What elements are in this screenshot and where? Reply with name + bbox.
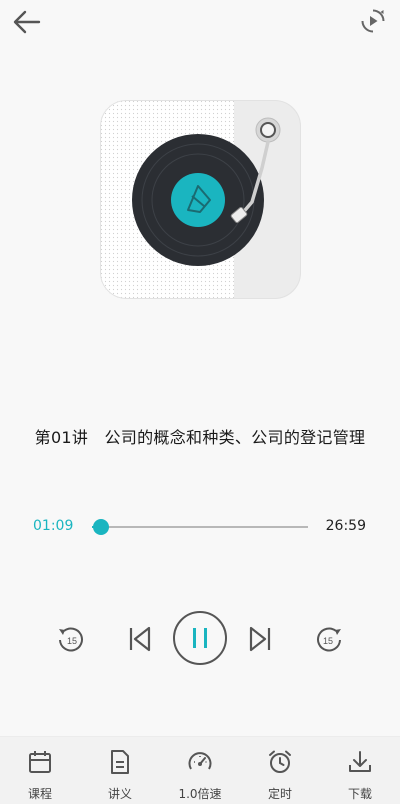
next-track-button[interactable]	[248, 626, 272, 652]
forward-seconds: 15	[323, 636, 333, 646]
progress-row: 01:09 26:59	[0, 510, 400, 544]
vinyl-record-player-icon	[100, 100, 301, 299]
back-button[interactable]	[12, 8, 42, 36]
calendar-icon	[29, 751, 51, 773]
repeat-circle-icon	[361, 9, 385, 33]
nav-speed[interactable]: 1.0倍速	[160, 737, 240, 804]
playback-controls: 15 15	[0, 606, 400, 670]
top-bar	[0, 0, 400, 44]
nav-handout-label: 讲义	[107, 787, 132, 801]
alarm-clock-icon	[269, 750, 291, 773]
nav-course[interactable]: 课程	[0, 737, 80, 804]
pause-icon	[173, 611, 227, 665]
loop-button[interactable]	[360, 8, 386, 34]
nav-timer-label: 定时	[267, 787, 292, 801]
rewind-15-button[interactable]: 15	[55, 623, 87, 655]
track-title: 第01讲 公司的概念和种类、公司的登记管理	[34, 428, 366, 447]
download-icon	[349, 751, 371, 772]
pause-button[interactable]	[172, 610, 228, 666]
arrow-left-icon	[13, 10, 41, 34]
rewind-seconds: 15	[67, 636, 77, 646]
speedometer-icon	[188, 752, 212, 770]
nav-speed-label: 1.0倍速	[178, 787, 222, 801]
nav-download-label: 下载	[347, 787, 372, 801]
nav-timer[interactable]: 定时	[240, 737, 320, 804]
progress-track[interactable]	[92, 526, 308, 528]
progress-thumb[interactable]	[93, 519, 110, 535]
skip-previous-icon	[129, 626, 151, 652]
previous-track-button[interactable]	[128, 626, 152, 652]
bottom-toolbar: 课程 讲义 1.0倍速 定时 下载	[0, 736, 400, 804]
skip-next-icon	[249, 626, 271, 652]
rewind-icon: 15	[59, 627, 83, 652]
nav-download[interactable]: 下载	[320, 737, 400, 804]
document-icon	[111, 750, 129, 774]
album-cover	[100, 100, 301, 299]
total-time: 26:59	[325, 518, 366, 534]
nav-course-label: 课程	[27, 787, 52, 801]
forward-15-button[interactable]: 15	[313, 623, 345, 655]
nav-handout[interactable]: 讲义	[80, 737, 160, 804]
current-time: 01:09	[33, 518, 74, 534]
fast-forward-icon: 15	[317, 627, 341, 652]
